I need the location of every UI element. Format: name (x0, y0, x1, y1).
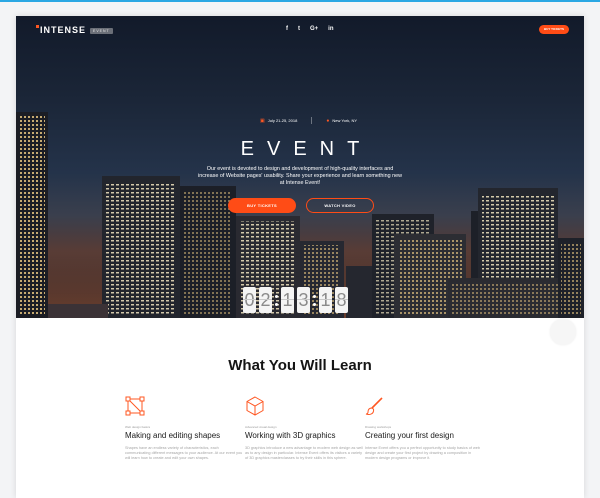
facebook-icon[interactable]: f (286, 26, 288, 32)
vector-nodes-icon (125, 396, 145, 416)
countdown-separator (313, 287, 316, 313)
twitter-icon[interactable]: t (298, 26, 300, 32)
top-navigation: INTENSE EVENT f t G+ in BUY TICKETS (16, 16, 584, 46)
feature-text: 3D graphics introduce a new advantage to… (245, 446, 363, 461)
brand-name: INTENSE (40, 25, 87, 35)
social-links: f t G+ in (286, 26, 334, 32)
countdown-timer: 0 2 1 3 1 8 (243, 287, 348, 313)
scroll-indicator[interactable] (550, 319, 576, 345)
hero-section: INTENSE EVENT f t G+ in BUY TICKETS ▣ July… (16, 16, 584, 318)
feature-kicker: Advanced visual design (245, 425, 277, 429)
event-location-text: New York, NY (332, 117, 358, 123)
countdown-digit: 2 (259, 287, 272, 313)
feature-title: Working with 3D graphics (245, 431, 336, 440)
countdown-digit: 1 (319, 287, 332, 313)
event-title: EVENT (240, 138, 373, 160)
event-location: ● New York, NY (326, 118, 357, 124)
countdown-digit: 8 (335, 287, 348, 313)
countdown-digit: 3 (297, 287, 310, 313)
event-description: Our event is devoted to design and devel… (198, 166, 402, 186)
event-meta: ▣ July 21-25, 2018 ● New York, NY (260, 117, 357, 124)
meta-divider (311, 117, 313, 124)
linkedin-icon[interactable]: in (328, 26, 333, 32)
feature-card: Advanced visual design Working with 3D g… (245, 396, 365, 462)
countdown-digit: 1 (281, 287, 294, 313)
brush-icon (365, 397, 383, 415)
feature-kicker: Drawing workshops (365, 425, 392, 429)
nav-buy-tickets-button[interactable]: BUY TICKETS (539, 25, 569, 34)
feature-text: Shapes have an endless variety of charac… (125, 446, 243, 461)
page-frame: INTENSE EVENT f t G+ in BUY TICKETS ▣ July… (16, 16, 584, 498)
watch-video-button[interactable]: WATCH VIDEO (306, 198, 374, 213)
logo-mark-icon (36, 25, 39, 28)
location-pin-icon: ● (326, 117, 330, 124)
buy-tickets-button[interactable]: BUY TICKETS (228, 198, 296, 213)
calendar-icon: ▣ (260, 117, 265, 124)
feature-text: Intense Event offers you a perfect oppor… (365, 446, 480, 461)
section-title: What You Will Learn (228, 357, 372, 374)
feature-kicker: Web design basics (125, 425, 151, 429)
feature-card: Drawing workshops Creating your first de… (365, 396, 485, 462)
google-plus-icon[interactable]: G+ (310, 26, 318, 32)
event-date-text: July 21-25, 2018 (267, 117, 298, 123)
countdown-separator (275, 287, 278, 313)
countdown-digit: 0 (243, 287, 256, 313)
brand-logo[interactable]: INTENSE EVENT (36, 25, 113, 35)
top-accent-bar (0, 0, 600, 2)
cube-icon (246, 396, 264, 416)
feature-card: Web design basics Making and editing sha… (125, 396, 245, 462)
feature-title: Creating your first design (365, 431, 454, 440)
brand-tag: EVENT (90, 27, 113, 34)
event-date: ▣ July 21-25, 2018 (260, 118, 297, 124)
feature-title: Making and editing shapes (125, 431, 221, 440)
